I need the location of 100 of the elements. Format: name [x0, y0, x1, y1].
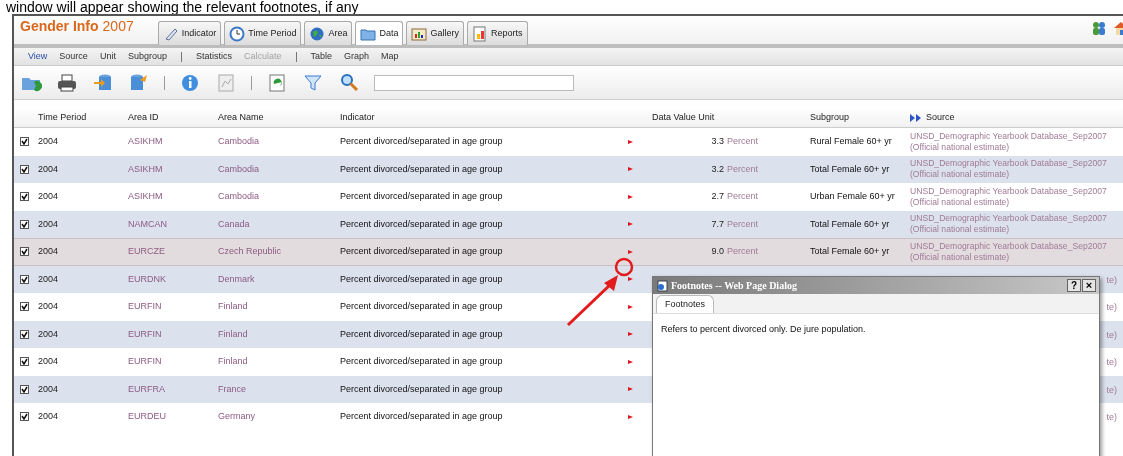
table-cell-text: Total Female 60+ yr: [809, 217, 891, 231]
table-cell-text: 2004: [37, 327, 60, 341]
dialog-tab[interactable]: Footnotes: [656, 295, 715, 313]
people-icon[interactable]: [1091, 20, 1107, 36]
table-cell-text: Percent divorced/separated in age group: [339, 245, 504, 258]
footnote-marker-icon[interactable]: [627, 249, 633, 254]
close-button[interactable]: ×: [1082, 279, 1096, 292]
table-cell-text: 2004: [37, 382, 60, 396]
caption-text: window will appear showing the relevant footnotes, if any: [6, 0, 359, 14]
column-header[interactable]: Source: [926, 110, 955, 125]
table-row[interactable]: 2004 NAMCAN Canada Percent divorced/separated in age group 7.7 Percent Total Female 60+ yr UNSD_Demographic Yearbook Database_Sep2007 (Official national estimate): [14, 210, 1123, 238]
table-cell-text: Percent: [726, 217, 760, 231]
checkbox[interactable]: [19, 192, 29, 202]
table-cell-text: UNSD_Demographic Yearbook Database_Sep2007 (Official national estimate): [909, 213, 1108, 236]
table-cell-text: EURCZE: [127, 245, 166, 258]
table-cell-text: Cambodia: [217, 162, 261, 176]
footnote-marker-icon[interactable]: [627, 359, 633, 364]
app-title: Gender Info: [20, 17, 99, 36]
column-header[interactable]: Subgroup: [806, 110, 906, 125]
table-cell-text: Finland: [217, 327, 249, 341]
table-cell-text: Percent: [726, 245, 760, 258]
table-cell-text: 9.0: [710, 245, 725, 258]
checkbox[interactable]: [19, 412, 29, 422]
column-header[interactable]: Indicator: [334, 110, 618, 125]
nav-tab[interactable]: Area: [304, 21, 353, 45]
table-cell-text: UNSD_Demographic Yearbook Database_Sep2007 (Official national estimate): [909, 130, 1108, 153]
table-cell-text: Percent: [726, 190, 760, 203]
page-icon[interactable]: [656, 279, 668, 292]
double-arrow-icon[interactable]: [910, 113, 922, 122]
table-cell-text: Urban Female 60+ yr: [809, 190, 896, 203]
checkbox[interactable]: [19, 137, 29, 147]
tab-icon: [229, 25, 246, 42]
footnote-marker-icon[interactable]: [627, 222, 633, 227]
table-cell-text: Percent divorced/separated in age group: [339, 327, 504, 341]
menu-item[interactable]: Subgroup: [121, 49, 173, 64]
footnote-marker-icon[interactable]: [627, 387, 633, 392]
table-cell-text: Percent divorced/separated in age group: [339, 382, 504, 396]
menu-item[interactable]: Source: [53, 49, 94, 64]
table-cell-text: Percent: [726, 135, 760, 148]
checkbox[interactable]: [19, 219, 29, 229]
footnote-marker-icon[interactable]: [627, 332, 633, 337]
help-button[interactable]: ?: [1067, 279, 1081, 292]
checkbox[interactable]: [19, 274, 29, 284]
footnote-marker-icon[interactable]: [627, 167, 633, 172]
table-cell-text: Rural Female 60+ yr: [809, 135, 893, 148]
menu-item[interactable]: Graph: [338, 49, 376, 64]
checkbox[interactable]: [19, 357, 29, 367]
table-cell-text: ASIKHM: [127, 162, 164, 176]
menu-item[interactable]: Map: [375, 49, 405, 64]
table-cell-text: 2004: [37, 272, 60, 286]
table-cell-text: Percent: [726, 162, 760, 176]
footnote-marker-icon[interactable]: [627, 194, 633, 199]
search-icon[interactable]: [338, 71, 360, 94]
table-cell-text: Canada: [217, 217, 251, 231]
table-cell-text: UNSD_Demographic Yearbook Database_Sep2007 (Official national estimate): [909, 185, 1108, 208]
checkbox[interactable]: [19, 384, 29, 394]
chart-clipboard-icon[interactable]: [215, 71, 237, 94]
table-cell-text: EURDEU: [127, 410, 167, 423]
column-header[interactable]: Data Value Unit: [642, 110, 715, 125]
nav-tab[interactable]: Indicator: [157, 21, 222, 45]
menu-item[interactable]: View: [22, 49, 54, 64]
refresh-sheet-icon[interactable]: [266, 71, 288, 94]
footnote-marker-icon[interactable]: [627, 139, 633, 144]
footnote-marker-icon[interactable]: [627, 304, 633, 309]
table-cell-text: 2004: [37, 410, 60, 423]
menu-item[interactable]: Statistics: [189, 49, 238, 64]
nav-tab[interactable]: Reports: [467, 21, 528, 45]
menu-item[interactable]: Table: [304, 49, 338, 64]
table-cell-text: ASIKHM: [127, 135, 164, 148]
table-cell-text: Denmark: [217, 272, 256, 286]
table-cell: te): [1106, 273, 1117, 287]
table-cell-text: Total Female 60+ yr: [809, 162, 891, 176]
table-cell-text: Percent divorced/separated in age group: [339, 162, 504, 176]
table-cell-text: Percent divorced/separated in age group: [339, 135, 504, 148]
checkbox[interactable]: [19, 164, 29, 174]
tab-icon: [411, 25, 428, 42]
nav-tab[interactable]: Gallery: [406, 21, 464, 45]
footnote-marker-icon[interactable]: [627, 277, 633, 282]
selected-row[interactable]: 2004 EURCZE Czech Republic Percent divorced/separated in age group 9.0 Percent Total Female 60+ yr UNSD_Demographic Yearbook Database_Sep2007 (Official national estimate): [14, 238, 1123, 266]
table-cell-text: 2004: [37, 355, 60, 368]
table-cell-text: te): [1106, 301, 1117, 314]
column-header[interactable]: Area ID: [122, 110, 212, 125]
table-cell-text: 2004: [37, 300, 60, 313]
nav-tab[interactable]: Data: [355, 21, 404, 45]
table-cell-text: Percent divorced/separated in age group: [339, 410, 504, 423]
highlight-circle: [614, 257, 634, 277]
footnote-marker-icon[interactable]: [627, 414, 633, 419]
column-header[interactable]: Time Period: [34, 110, 122, 125]
checkbox[interactable]: [19, 329, 29, 339]
column-header[interactable]: Area Name: [212, 110, 334, 125]
search-field[interactable]: [374, 74, 574, 91]
checkbox[interactable]: [19, 302, 29, 312]
printer-icon[interactable]: [56, 71, 78, 94]
table-row[interactable]: 2004 ASIKHM Cambodia Percent divorced/separated in age group 3.2 Percent Total Female 60+ yr UNSD_Demographic Yearbook Database_Sep2007 (Official national estimate): [14, 155, 1123, 183]
table-cell-text: UNSD_Demographic Yearbook Database_Sep2007 (Official national estimate): [909, 158, 1108, 181]
nav-tab[interactable]: Time Period: [224, 21, 302, 45]
checkbox[interactable]: [19, 247, 29, 257]
menu-item[interactable]: Unit: [93, 49, 122, 64]
table-cell-text: 2004: [37, 217, 60, 231]
table-cell-text: Percent divorced/separated in age group: [339, 300, 504, 313]
